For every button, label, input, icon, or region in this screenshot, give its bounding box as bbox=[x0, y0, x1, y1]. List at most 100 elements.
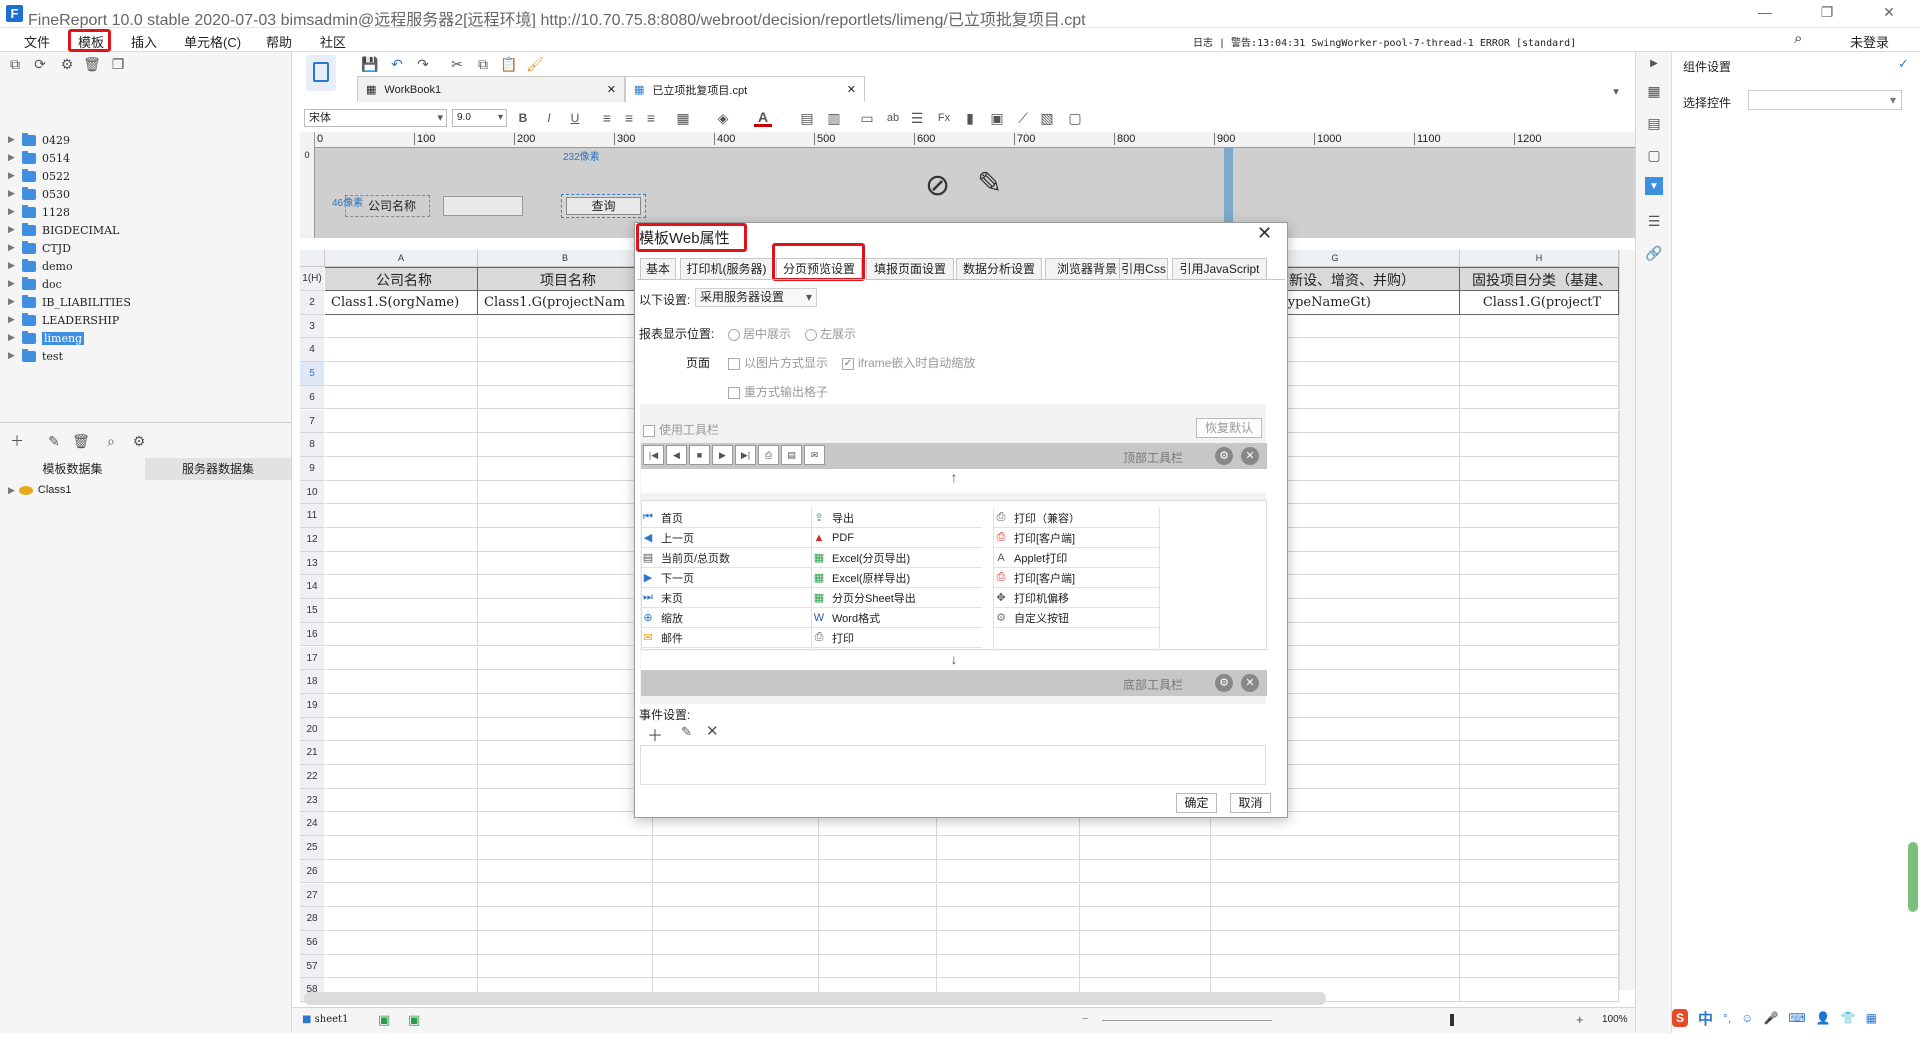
grid-cell[interactable] bbox=[325, 930, 478, 955]
grid-cell[interactable] bbox=[325, 646, 478, 671]
grid-cell[interactable] bbox=[1460, 670, 1619, 694]
edit-event-icon[interactable]: ✎ bbox=[681, 724, 692, 740]
login-status[interactable]: 未登录 bbox=[1850, 32, 1889, 51]
grid-cell[interactable]: Class1.S(orgName) bbox=[325, 291, 478, 315]
grid-cell[interactable] bbox=[325, 551, 478, 576]
grid-cell[interactable] bbox=[1211, 836, 1460, 860]
toolbar-button-option[interactable]: ⏮ 首页 bbox=[641, 508, 811, 528]
dialog-tab[interactable]: 基本 bbox=[640, 258, 676, 280]
zoom-slider[interactable] bbox=[1102, 1020, 1272, 1021]
tree-item[interactable]: ▶ 1128 bbox=[8, 203, 70, 221]
toolbar-remove-icon[interactable]: ✕ bbox=[1241, 447, 1259, 465]
toolbar-button-option[interactable]: ⎙ 打印[客户端] bbox=[994, 568, 1159, 588]
grid-cell[interactable] bbox=[1460, 717, 1619, 742]
grid-cell[interactable] bbox=[478, 883, 653, 908]
grid-cell[interactable] bbox=[937, 883, 1080, 908]
grid-cell[interactable] bbox=[478, 907, 653, 931]
tree-item[interactable]: ▶ LEADERSHIP bbox=[8, 311, 119, 329]
row-header[interactable]: 6 bbox=[300, 385, 324, 410]
opt-iframe-checkbox[interactable]: ✓ iframe嵌入时自动缩放 bbox=[842, 354, 975, 371]
grid-cell[interactable] bbox=[478, 338, 653, 363]
close-tab-icon[interactable]: ✕ bbox=[607, 83, 616, 96]
border-icon[interactable]: ▦ bbox=[674, 109, 692, 127]
grid-cell[interactable]: 固投项目分类（基建、 bbox=[1460, 267, 1619, 291]
grid-cell[interactable] bbox=[325, 670, 478, 694]
refresh-icon[interactable]: ⟳ bbox=[31, 55, 49, 73]
widget-icon[interactable]: ▢ bbox=[1645, 146, 1663, 164]
toolbar-button-option[interactable]: ▦ Excel(原样导出) bbox=[812, 568, 982, 588]
grid-cell[interactable] bbox=[1460, 575, 1619, 600]
grid-cell[interactable] bbox=[478, 741, 653, 765]
grid-cell[interactable] bbox=[325, 693, 478, 718]
dialog-tab[interactable]: 打印机(服务器) bbox=[680, 258, 773, 280]
copy-icon[interactable]: ⧉ bbox=[474, 55, 492, 73]
grid-cell[interactable] bbox=[937, 954, 1080, 979]
delete-icon[interactable]: 🗑 bbox=[83, 55, 101, 73]
tree-item[interactable]: ▶ doc bbox=[8, 275, 62, 293]
toolbar-button-option[interactable]: W Word格式 bbox=[812, 608, 982, 628]
merge-icon[interactable]: ▤ bbox=[798, 109, 816, 127]
row-header[interactable]: 8 bbox=[300, 433, 324, 457]
sogou-icon[interactable]: S bbox=[1672, 1009, 1689, 1027]
toolbar-button-option[interactable]: ▤ 当前页/总页数 bbox=[641, 548, 811, 568]
toolbar-settings-icon[interactable]: ⚙ bbox=[1215, 447, 1233, 465]
row-header[interactable]: 11 bbox=[300, 504, 324, 528]
cell-attr-icon[interactable]: ▦ bbox=[1645, 82, 1663, 100]
grid-cell[interactable]: Class1.G(projectNam bbox=[478, 291, 653, 315]
column-header[interactable]: B bbox=[478, 250, 653, 267]
grid-cell[interactable] bbox=[478, 646, 653, 671]
grid-cell[interactable] bbox=[478, 765, 653, 789]
grid-cell[interactable] bbox=[819, 930, 937, 955]
ok-button[interactable]: 确定 bbox=[1176, 793, 1217, 813]
toolbar-button-option[interactable]: ⚙ 自定义按钮 bbox=[994, 608, 1159, 628]
row-header[interactable]: 15 bbox=[300, 599, 324, 623]
row-header[interactable]: 10 bbox=[300, 480, 324, 505]
bottom-toolbar-band[interactable]: 底部工具栏 ⚙ ✕ bbox=[641, 670, 1267, 696]
hyperlink-icon[interactable]: 🔗 bbox=[1645, 244, 1663, 262]
row-header[interactable]: 17 bbox=[300, 646, 324, 671]
tree-item[interactable]: ▶ 0514 bbox=[8, 149, 70, 167]
add-event-icon[interactable]: ＋ bbox=[647, 722, 663, 746]
tree-item[interactable]: ▶ CTJD bbox=[8, 239, 71, 257]
grid-cell[interactable] bbox=[1460, 362, 1619, 386]
grid-cell[interactable] bbox=[325, 456, 478, 481]
row-header[interactable]: 5 bbox=[300, 362, 324, 386]
grid-cell[interactable] bbox=[1080, 859, 1211, 884]
edit-pencil-icon[interactable]: ✎ bbox=[977, 166, 1002, 201]
hide-eye-icon[interactable]: ⊘ bbox=[925, 168, 950, 203]
grid-cell[interactable] bbox=[1460, 836, 1619, 860]
grid-cell[interactable] bbox=[1460, 480, 1619, 505]
grid-corner[interactable] bbox=[300, 250, 325, 267]
toolbar-button-option[interactable]: ▦ Excel(分页导出) bbox=[812, 548, 982, 568]
grid-cell[interactable] bbox=[937, 907, 1080, 931]
grid-cell[interactable] bbox=[653, 930, 819, 955]
sheet-tab[interactable]: ■ sheet1 bbox=[302, 1014, 348, 1025]
toolbar-button-option[interactable]: ▶ 下一页 bbox=[641, 568, 811, 588]
frame-icon[interactable]: ▢ bbox=[1066, 109, 1084, 127]
row-header[interactable]: 13 bbox=[300, 551, 324, 576]
grid-cell[interactable] bbox=[819, 883, 937, 908]
insert-ab-icon[interactable]: ab bbox=[884, 109, 902, 127]
grid-cell[interactable] bbox=[325, 409, 478, 434]
save-icon[interactable]: 💾 bbox=[361, 55, 379, 73]
redo-icon[interactable]: ↷ bbox=[414, 55, 432, 73]
grid-cell[interactable] bbox=[819, 954, 937, 979]
toolbar-button-option[interactable]: ⎙ 打印[客户端] bbox=[994, 528, 1159, 548]
row-header[interactable]: 4 bbox=[300, 338, 324, 363]
menu-help[interactable]: 帮助 bbox=[266, 32, 292, 51]
zoom-in-icon[interactable]: + bbox=[1576, 1012, 1584, 1027]
grid-cell[interactable] bbox=[325, 741, 478, 765]
settings-select[interactable]: 采用服务器设置 ▾ bbox=[695, 288, 817, 307]
undo-icon[interactable]: ↶ bbox=[388, 55, 406, 73]
dialog-tab[interactable]: 填报页面设置 bbox=[866, 258, 954, 280]
chinese-mode-icon[interactable]: 中 bbox=[1698, 1008, 1713, 1029]
row-header[interactable]: 2 bbox=[300, 291, 324, 315]
grid-cell[interactable] bbox=[325, 717, 478, 742]
zoom-thumb[interactable] bbox=[1450, 1014, 1454, 1026]
grid-cell[interactable] bbox=[1211, 930, 1460, 955]
grid-cell[interactable] bbox=[1460, 788, 1619, 813]
paste-icon[interactable]: 📋 bbox=[500, 55, 518, 73]
grid-cell[interactable] bbox=[819, 859, 937, 884]
opt-repeat-checkbox[interactable]: 重方式输出格子 bbox=[728, 383, 828, 400]
font-size-select[interactable]: 9.0 ▾ bbox=[452, 109, 507, 127]
